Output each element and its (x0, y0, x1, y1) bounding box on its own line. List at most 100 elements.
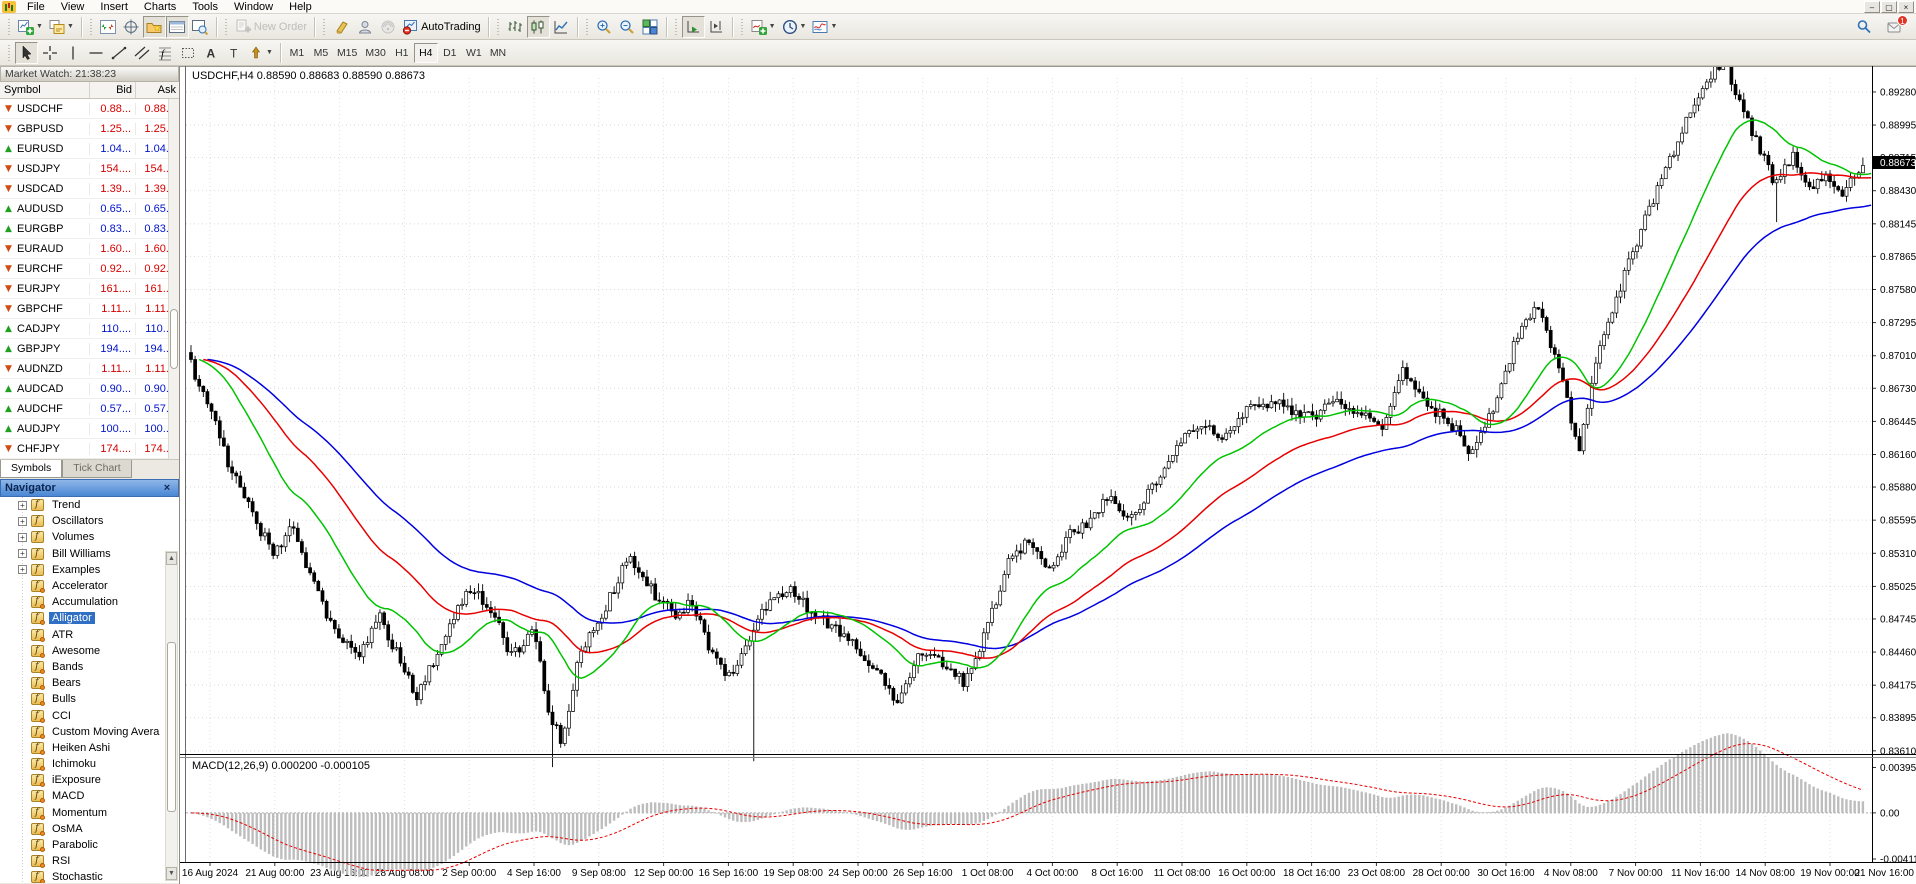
close-button[interactable]: × (1898, 1, 1914, 13)
horizontal-line-button[interactable] (84, 42, 107, 64)
close-icon[interactable]: × (160, 482, 174, 494)
candle-chart-button[interactable] (527, 16, 550, 38)
toolbar-grip[interactable] (89, 17, 94, 37)
arrow-a-button[interactable]: A (199, 42, 222, 64)
chevron-down-icon[interactable]: ▼ (67, 23, 74, 30)
navigator-group-examples[interactable]: +fExamples (0, 562, 179, 578)
experts-button[interactable] (353, 16, 376, 38)
navigator-item-macd[interactable]: fMACD (0, 788, 179, 804)
expand-icon[interactable]: + (18, 549, 27, 558)
market-watch-row-audusd[interactable]: ▲AUDUSD0.65...0.65... (0, 199, 179, 219)
market-watch-row-audchf[interactable]: ▲AUDCHF0.57...0.57... (0, 399, 179, 419)
market-watch-row-audnzd[interactable]: ▼AUDNZD1.11...1.11... (0, 359, 179, 379)
toolbar-grip[interactable] (585, 17, 590, 37)
strategy-tester-button[interactable] (189, 16, 212, 38)
zoom-out-button[interactable] (616, 16, 639, 38)
alerts-button[interactable] (330, 16, 353, 38)
profiles-button[interactable]: ▼ (46, 16, 77, 38)
menu-charts[interactable]: Charts (136, 1, 184, 13)
expand-icon[interactable]: + (18, 501, 27, 510)
market-watch-row-eurchf[interactable]: ▼EURCHF0.92...0.92... (0, 259, 179, 279)
navigator-item-accumulation[interactable]: fAccumulation (0, 594, 179, 610)
tile-windows-button[interactable] (639, 16, 662, 38)
menu-help[interactable]: Help (281, 1, 320, 13)
navigator-item-bulls[interactable]: fBulls (0, 691, 179, 707)
toolbar-grip[interactable] (322, 17, 327, 37)
expand-icon[interactable]: + (18, 517, 27, 526)
text-button[interactable]: T (222, 42, 245, 64)
templates-button[interactable]: ▼ (809, 16, 840, 38)
timeframe-m5[interactable]: M5 (309, 43, 333, 63)
timeframe-w1[interactable]: W1 (462, 43, 486, 63)
menu-window[interactable]: Window (226, 1, 281, 13)
channel-button[interactable] (130, 42, 153, 64)
new-chart-button[interactable]: ▼ (15, 16, 46, 38)
data-window-button[interactable] (120, 16, 143, 38)
scroll-thumb[interactable] (167, 642, 176, 812)
navigator-item-osma[interactable]: fOsMA (0, 821, 179, 837)
navigator-item-custom-moving-avera[interactable]: fCustom Moving Avera (0, 724, 179, 740)
expand-icon[interactable]: + (18, 565, 27, 574)
indicators-button[interactable]: ▼ (748, 16, 779, 38)
market-watch-button[interactable] (97, 16, 120, 38)
autotrading-button[interactable]: AutoTrading (399, 16, 484, 38)
navigator-item-atr[interactable]: fATR (0, 627, 179, 643)
market-watch-row-eurgbp[interactable]: ▲EURGBP0.83...0.83... (0, 219, 179, 239)
periods-button[interactable]: ▼ (779, 16, 810, 38)
chart-shift-button[interactable] (705, 16, 728, 38)
new-order-button[interactable]: New Order (232, 16, 310, 38)
notifications-button[interactable]: 1 (1883, 16, 1906, 38)
fibonacci-button[interactable]: f (153, 42, 176, 64)
tab-tick-chart[interactable]: Tick Chart (62, 460, 131, 478)
market-watch-row-euraud[interactable]: ▼EURAUD1.60...1.60... (0, 239, 179, 259)
market-watch-row-usdjpy[interactable]: ▼USDJPY154....154.... (0, 159, 179, 179)
market-watch-row-audjpy[interactable]: ▲AUDJPY100....100.... (0, 419, 179, 439)
market-watch-row-chfjpy[interactable]: ▼CHFJPY174....174.... (0, 439, 179, 459)
navigator-item-awesome[interactable]: fAwesome (0, 643, 179, 659)
chevron-down-icon[interactable]: ▼ (830, 23, 837, 30)
menu-file[interactable]: File (19, 1, 53, 13)
timeframe-m15[interactable]: M15 (333, 43, 361, 63)
toolbar-grip[interactable] (7, 17, 12, 37)
timeframe-d1[interactable]: D1 (438, 43, 462, 63)
price-chart[interactable]: 0.892800.889950.887150.884300.881450.878… (180, 66, 1916, 884)
navigator-item-rsi[interactable]: fRSI (0, 853, 179, 869)
market-watch-row-usdchf[interactable]: ▼USDCHF0.88...0.88... (0, 99, 179, 119)
expand-icon[interactable]: + (18, 533, 27, 542)
navigator-item-parabolic[interactable]: fParabolic (0, 837, 179, 853)
navigator-item-bears[interactable]: fBears (0, 675, 179, 691)
navigator-item-alligator[interactable]: fAlligator (0, 610, 179, 626)
menu-tools[interactable]: Tools (184, 1, 226, 13)
navigator-group-oscillators[interactable]: +fOscillators (0, 513, 179, 529)
market-watch-row-gbpusd[interactable]: ▼GBPUSD1.25...1.25... (0, 119, 179, 139)
navigator-group-volumes[interactable]: +fVolumes (0, 529, 179, 545)
chevron-down-icon[interactable]: ▼ (800, 23, 807, 30)
navigator-item-ichimoku[interactable]: fIchimoku (0, 756, 179, 772)
timeframe-h1[interactable]: H1 (390, 43, 414, 63)
toolbar-grip[interactable] (674, 17, 679, 37)
chevron-down-icon[interactable]: ▼ (769, 23, 776, 30)
market-watch-row-usdcad[interactable]: ▼USDCAD1.39...1.39... (0, 179, 179, 199)
navigator-group-bill-williams[interactable]: +fBill Williams (0, 546, 179, 562)
navigator-button[interactable] (143, 16, 166, 38)
bar-chart-button[interactable] (504, 16, 527, 38)
search-button[interactable] (1852, 16, 1875, 38)
arrows-button[interactable]: ▼ (245, 42, 276, 64)
menu-insert[interactable]: Insert (92, 1, 136, 13)
navigator-item-accelerator[interactable]: fAccelerator (0, 578, 179, 594)
shapes-button[interactable] (176, 42, 199, 64)
tab-symbols[interactable]: Symbols (0, 460, 62, 478)
chevron-down-icon[interactable]: ▼ (36, 23, 43, 30)
crosshair-button[interactable] (38, 42, 61, 64)
chevron-down-icon[interactable]: ▼ (266, 49, 273, 56)
navigator-group-trend[interactable]: +fTrend (0, 497, 179, 513)
navigator-item-heiken-ashi[interactable]: fHeiken Ashi (0, 740, 179, 756)
menu-view[interactable]: View (53, 1, 93, 13)
market-watch-row-gbpjpy[interactable]: ▲GBPJPY194....194.... (0, 339, 179, 359)
auto-scroll-button[interactable] (682, 16, 705, 38)
market-watch-scrollbar[interactable] (168, 99, 179, 459)
timeframe-m1[interactable]: M1 (285, 43, 309, 63)
trendline-button[interactable] (107, 42, 130, 64)
navigator-item-stochastic[interactable]: fStochastic (0, 869, 179, 883)
navigator-item-iexposure[interactable]: fiExposure (0, 772, 179, 788)
